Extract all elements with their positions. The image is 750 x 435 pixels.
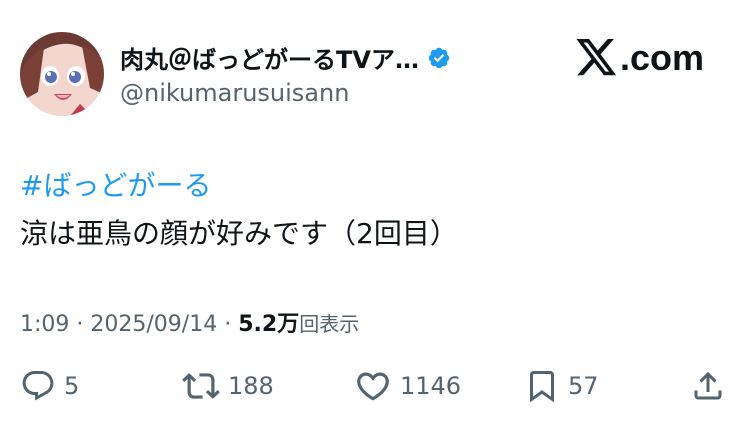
x-com-brand[interactable]: .com (576, 37, 704, 79)
tweet-card: 肉丸＠ばっどがーるTVア… @nikumarusuisann .com #ばっど… (0, 0, 750, 435)
share-button[interactable] (690, 366, 726, 406)
tweet-time[interactable]: 1:09 (20, 312, 69, 337)
tweet-text: 涼は亜鳥の顔が好みです（2回目） (20, 217, 458, 250)
meta-separator: · (224, 312, 239, 337)
share-icon (694, 371, 722, 400)
author-display-name[interactable]: 肉丸＠ばっどがーるTVア… (120, 40, 451, 75)
avatar-image (20, 32, 104, 116)
bookmark-icon (530, 371, 554, 403)
like-count: 1146 (400, 372, 462, 400)
x-logo-icon (576, 39, 617, 76)
views-label: 回表示 (299, 312, 360, 336)
reply-button[interactable]: 5 (20, 366, 79, 406)
reply-icon (22, 371, 54, 401)
verified-badge-icon (427, 46, 451, 70)
heart-icon (357, 372, 389, 401)
meta-separator: · (76, 312, 91, 337)
reply-count: 5 (64, 372, 80, 400)
avatar[interactable] (20, 32, 104, 116)
bookmark-count: 57 (568, 372, 599, 400)
repost-icon (182, 373, 220, 399)
brand-domain-text: .com (619, 37, 704, 78)
repost-count: 188 (228, 372, 274, 400)
tweet-date[interactable]: 2025/09/14 (90, 312, 217, 337)
bookmark-button[interactable]: 57 (524, 366, 599, 406)
tweet-meta: 1:09 · 2025/09/14 · 5.2万回表示 (20, 306, 359, 338)
repost-button[interactable]: 188 (182, 366, 274, 406)
views-count: 5.2万 (238, 312, 300, 337)
display-name-text: 肉丸＠ばっどがーるTVア… (120, 46, 419, 74)
action-bar: 5 188 1146 57 (0, 366, 750, 406)
hashtag-link[interactable]: #ばっどがーる (20, 164, 211, 204)
like-button[interactable]: 1146 (354, 366, 461, 406)
author-handle[interactable]: @nikumarusuisann (120, 79, 349, 107)
